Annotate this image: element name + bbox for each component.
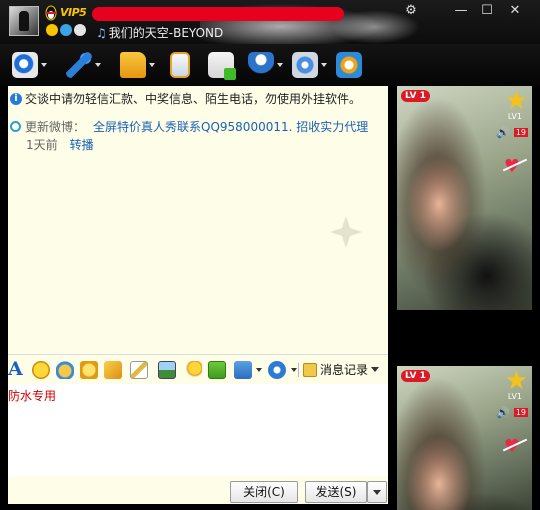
voice-chat-button[interactable] — [66, 50, 101, 80]
nudge-icon[interactable] — [80, 361, 98, 379]
video-icon — [12, 52, 38, 78]
level-badge: LV 1 — [401, 90, 430, 102]
mic-icon — [66, 52, 92, 78]
weibo-update: 更新微博： 全屏特价真人秀联系QQ958000011. 招收实力代理 — [10, 118, 368, 135]
security-notice: i 交谈中请勿轻信汇款、中奖信息、陌生电话，勿使用外挂软件。 — [10, 90, 361, 107]
remote-assist-button[interactable] — [292, 50, 327, 80]
message-record-icon — [303, 362, 317, 377]
weibo-icon — [10, 121, 21, 132]
star-status-icon[interactable] — [46, 24, 58, 36]
chat-window: VIP5 ♫ 我们的天空-BEYOND ⚙ — ☐ ✕ i 交谈中请勿轻信汇款、… — [0, 0, 540, 510]
title-bar: VIP5 ♫ 我们的天空-BEYOND ⚙ — ☐ ✕ — [0, 0, 540, 44]
send-image-icon[interactable] — [158, 361, 176, 379]
create-group-button[interactable] — [248, 50, 283, 80]
show-count: 19 — [513, 408, 528, 417]
screenshot-icon[interactable] — [234, 361, 252, 379]
diamond-status-icon[interactable] — [74, 24, 86, 36]
magic-emoticon-icon[interactable] — [56, 361, 74, 379]
star-icon: ★ — [504, 86, 528, 116]
input-text: 防水专用 — [8, 389, 57, 403]
close-button[interactable]: 关闭(C) — [230, 481, 298, 503]
settings-button[interactable]: ⚙ — [400, 2, 422, 20]
minimize-button[interactable]: — — [450, 2, 472, 20]
chevron-down-icon — [373, 490, 381, 495]
video-chat-button[interactable] — [12, 50, 47, 80]
chevron-down-icon[interactable] — [277, 63, 283, 67]
vip-badge: VIP5 — [60, 6, 87, 19]
close-window-button[interactable]: ✕ — [504, 2, 526, 20]
app-add-icon — [208, 52, 236, 80]
info-icon: i — [10, 92, 22, 105]
send-options-button[interactable] — [367, 481, 387, 503]
chevron-down-icon[interactable] — [291, 368, 297, 372]
phone-icon — [170, 52, 190, 78]
folder-icon — [120, 52, 146, 78]
share-screen-button[interactable] — [336, 50, 362, 80]
forward-link[interactable]: 转播 — [70, 136, 94, 153]
weibo-meta: 1天前 转播 — [26, 136, 94, 153]
message-history[interactable]: i 交谈中请勿轻信汇款、中奖信息、陌生电话，勿使用外挂软件。 更新微博： 全屏特… — [8, 86, 388, 354]
toolbar-divider — [298, 363, 299, 377]
payment-icon[interactable] — [268, 361, 286, 379]
message-record-button[interactable]: 消息记录 — [303, 361, 380, 378]
contact-name-redacted — [92, 7, 344, 21]
chevron-down-icon[interactable] — [41, 63, 47, 67]
star-level: LV1 — [507, 392, 522, 401]
show-count: 19 — [513, 128, 528, 137]
app-button[interactable] — [208, 50, 236, 80]
music-note-icon: ♫ — [96, 26, 107, 40]
chevron-down-icon[interactable] — [95, 63, 101, 67]
personal-signature: ♫ 我们的天空-BEYOND — [96, 24, 223, 41]
graffiti-icon[interactable] — [130, 361, 148, 379]
qq-penguin-icon — [45, 5, 57, 21]
speaker-icon[interactable]: 🔊 — [496, 126, 510, 139]
my-show-panel[interactable]: LV 1 ★ LV1 🔊 19 ♥ — [397, 366, 532, 510]
weibo-label: 更新微博： — [25, 120, 86, 134]
music-icon[interactable] — [184, 361, 202, 379]
contacts-icon — [248, 52, 274, 78]
contact-show-panel[interactable]: LV 1 ★ LV1 🔊 19 ♥ — [397, 86, 532, 310]
gift-icon[interactable] — [208, 361, 226, 379]
contact-avatar[interactable] — [9, 6, 39, 36]
level-badge: LV 1 — [401, 370, 430, 382]
weibo-status-icon[interactable] — [60, 24, 72, 36]
chat-toolbar — [0, 44, 540, 86]
chevron-down-icon[interactable] — [149, 63, 155, 67]
notice-text: 交谈中请勿轻信汇款、中奖信息、陌生电话，勿使用外挂软件。 — [25, 92, 362, 106]
input-toolbar: A 消息记录 — [8, 354, 388, 384]
message-input[interactable]: 防水专用 — [8, 384, 388, 476]
message-record-label: 消息记录 — [320, 363, 369, 377]
status-icons — [46, 24, 86, 36]
share-icon — [336, 52, 362, 78]
send-sms-button[interactable] — [170, 50, 190, 80]
chevron-down-icon[interactable] — [371, 367, 380, 372]
emoticon-icon[interactable] — [32, 361, 50, 379]
bottom-bar: 关闭(C) 发送(S) — [8, 476, 388, 504]
weibo-timestamp: 1天前 — [26, 138, 58, 152]
signature-text: 我们的天空-BEYOND — [108, 26, 224, 40]
voice-message-icon[interactable] — [104, 361, 122, 379]
weibo-link[interactable]: 全屏特价真人秀联系QQ958000011. 招收实力代理 — [93, 118, 368, 135]
speaker-icon[interactable]: 🔊 — [496, 406, 510, 419]
panel-gap — [397, 310, 532, 366]
star-icon: ★ — [504, 366, 528, 396]
chevron-down-icon[interactable] — [321, 63, 327, 67]
maximize-button[interactable]: ☐ — [476, 2, 498, 20]
remote-icon — [292, 52, 318, 78]
font-button[interactable]: A — [8, 358, 23, 380]
skin-watermark-icon — [330, 216, 362, 248]
send-button[interactable]: 发送(S) — [305, 481, 367, 503]
send-file-button[interactable] — [120, 50, 155, 80]
star-level: LV1 — [507, 112, 522, 121]
chevron-down-icon[interactable] — [256, 368, 262, 372]
